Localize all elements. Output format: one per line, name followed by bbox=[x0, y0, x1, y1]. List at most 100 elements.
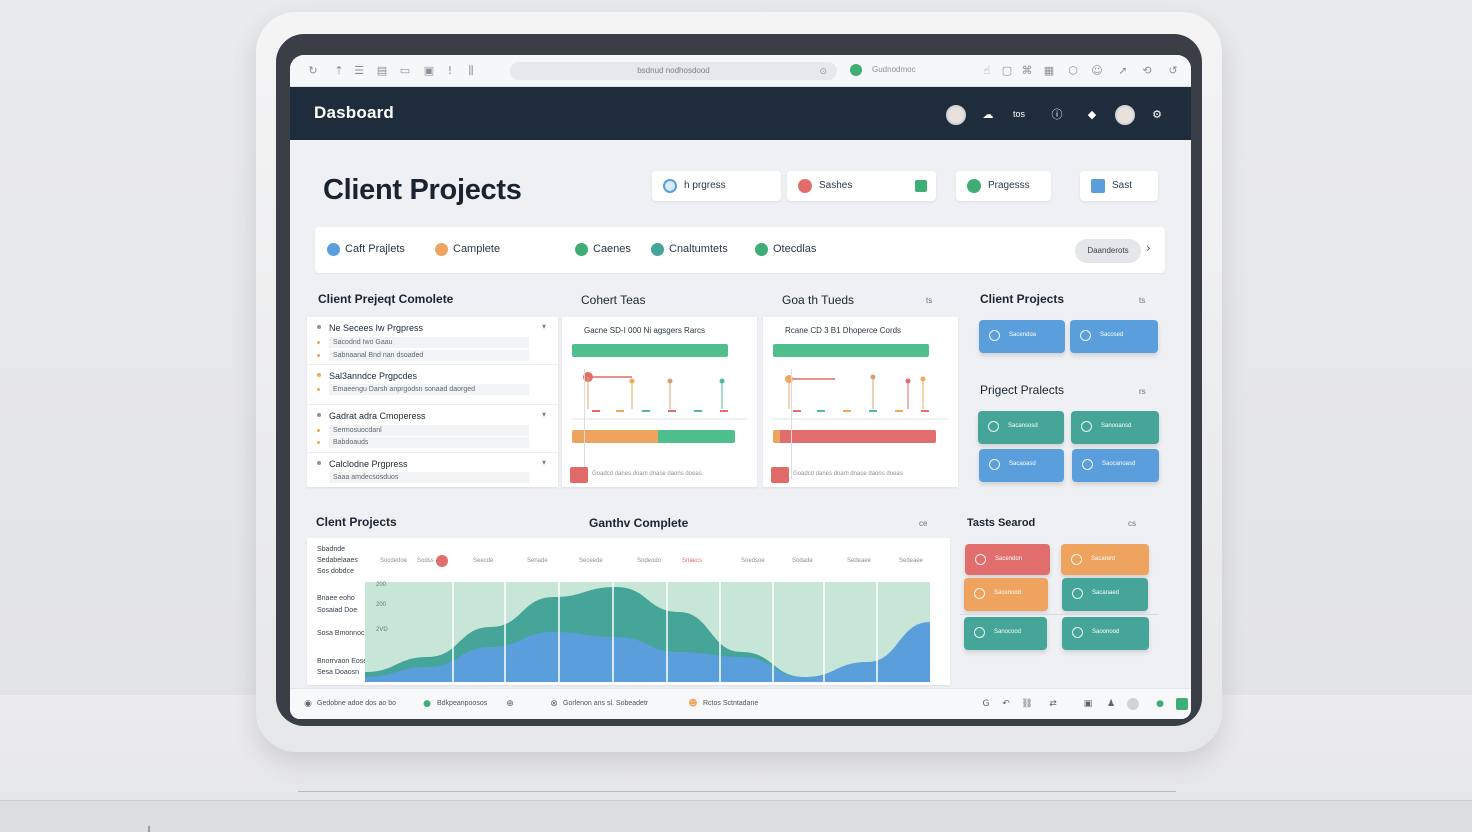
progress-icon bbox=[967, 179, 981, 193]
area-label: Bnorrvaon Eose bbox=[317, 658, 368, 665]
target-icon[interactable]: ◉ bbox=[302, 698, 314, 710]
avatar[interactable] bbox=[1127, 698, 1139, 710]
task-tile[interactable]: Saoonood bbox=[1062, 617, 1149, 650]
chevron-down-icon[interactable]: ▾ bbox=[542, 322, 546, 331]
chat-icon[interactable]: ● bbox=[1154, 698, 1166, 710]
filter-progress[interactable]: Pragesss bbox=[956, 171, 1051, 201]
area-label: Sos dobdce bbox=[317, 568, 354, 575]
divider bbox=[960, 614, 1158, 615]
list-item[interactable]: Gadrat adra Cmoperess ▾ Sermosuocdanl Ba… bbox=[307, 405, 558, 453]
user-avatar[interactable] bbox=[946, 105, 966, 125]
bullet bbox=[317, 441, 320, 444]
share-icon[interactable]: ⇄ bbox=[1047, 698, 1059, 710]
shield-icon[interactable]: ⬡ bbox=[1066, 64, 1080, 78]
link-icon[interactable]: ⛓ bbox=[1021, 698, 1033, 710]
list-subitem: Sermosuocdanl bbox=[329, 425, 529, 436]
chevron-down-icon[interactable]: ▾ bbox=[542, 410, 546, 419]
cursor-icon[interactable]: ➚ bbox=[1116, 64, 1130, 78]
pointer-icon[interactable]: ☝ bbox=[980, 64, 994, 78]
calendar-icon[interactable]: ▦ bbox=[1042, 64, 1056, 78]
dashboard-button[interactable]: Daanderots bbox=[1075, 239, 1141, 263]
project-tile[interactable]: Sacosed bbox=[1070, 320, 1158, 353]
project-tile[interactable]: Sanooansd bbox=[1071, 411, 1159, 444]
clipboard-icon[interactable]: ▢ bbox=[1000, 64, 1014, 78]
upload-icon[interactable]: ⇡ bbox=[332, 64, 346, 78]
circle-icon bbox=[1082, 459, 1093, 470]
list-subitem: Sacodnd Iwo Gaau bbox=[329, 337, 529, 348]
undo-icon[interactable]: ↶ bbox=[1000, 698, 1012, 710]
status-text: Bdkpeanpoosos bbox=[437, 700, 488, 707]
circle-icon bbox=[989, 459, 1000, 470]
project-tile[interactable]: Sacaoasd bbox=[979, 449, 1064, 482]
bullet bbox=[317, 325, 321, 329]
column-label: Sodss bbox=[417, 558, 434, 564]
pin-icon[interactable]: ! bbox=[443, 64, 457, 78]
checkbox-icon[interactable] bbox=[915, 180, 927, 192]
bullet bbox=[317, 461, 321, 465]
person-icon[interactable]: ♟ bbox=[1105, 698, 1117, 710]
sync-icon[interactable]: ⟲ bbox=[1140, 64, 1154, 78]
mini-chart-footer: Goadcd danes doam dnase daons doeas bbox=[592, 471, 702, 477]
profile-avatar[interactable] bbox=[1115, 105, 1135, 125]
lock-icon[interactable]: ▣ bbox=[1082, 698, 1094, 710]
document-icon[interactable]: ▤ bbox=[375, 64, 389, 78]
area-label: Sedabelaaes bbox=[317, 557, 358, 564]
circle-icon bbox=[989, 330, 1000, 341]
task-tile[interactable]: Sacendon bbox=[965, 544, 1050, 575]
reload-icon[interactable]: ↺ bbox=[1166, 64, 1180, 78]
area-left-title: Clent Projects bbox=[316, 515, 397, 529]
notification-icon[interactable]: ◆ bbox=[1082, 105, 1102, 125]
task-tile[interactable]: Sacanaed bbox=[1062, 578, 1148, 611]
cloud-icon[interactable]: ☁ bbox=[978, 105, 998, 125]
task-tile[interactable]: Sanocood bbox=[964, 617, 1047, 650]
window-icon[interactable]: ▭ bbox=[398, 64, 412, 78]
task-tile[interactable]: Sacenood bbox=[964, 578, 1048, 611]
project-tile[interactable]: Sacansosd bbox=[978, 411, 1064, 444]
emoji-icon[interactable]: ☺ bbox=[1090, 64, 1104, 78]
refresh-icon[interactable]: ↻ bbox=[306, 64, 320, 78]
globe-icon[interactable]: ⊗ bbox=[548, 698, 560, 710]
tile-label: Sacendoa bbox=[1009, 332, 1037, 338]
filter-label: Sashes bbox=[819, 180, 853, 191]
settings-icon[interactable]: ⚙ bbox=[1147, 105, 1167, 125]
project-tile[interactable]: Saocanoasd bbox=[1072, 449, 1159, 482]
column-label: Seceede bbox=[579, 558, 603, 564]
filter-start[interactable]: Sast bbox=[1080, 171, 1158, 201]
filter-statuses[interactable]: Sashes bbox=[787, 171, 936, 201]
page-title: Client Projects bbox=[323, 174, 522, 206]
list-item[interactable]: Calclodne Prgpress ▾ Saaa amdecsosduos bbox=[307, 453, 558, 487]
thumbnail-icon bbox=[771, 467, 789, 483]
google-icon[interactable]: G bbox=[980, 698, 992, 710]
list-icon[interactable]: ☰ bbox=[352, 64, 366, 78]
bullet bbox=[317, 388, 320, 391]
puzzle-icon[interactable]: ⌘ bbox=[1020, 64, 1034, 78]
stats-icon[interactable]: ⫼ bbox=[464, 64, 478, 78]
task-title: Tasts Searod bbox=[967, 517, 1036, 529]
task-tile[interactable]: Sacarerd bbox=[1061, 544, 1149, 575]
address-bar[interactable]: bsdnud nodhosdood ⊙ bbox=[510, 62, 837, 80]
chevron-down-icon[interactable]: ▾ bbox=[542, 458, 546, 467]
desk-edge bbox=[0, 800, 1472, 832]
add-icon[interactable]: ⊕ bbox=[504, 698, 516, 710]
chart1-title: Cohert Teas bbox=[581, 293, 646, 307]
area-label: Sosa Bmonnocs bbox=[317, 630, 368, 637]
frame-icon[interactable]: ▣ bbox=[422, 64, 436, 78]
list-item-title: Gadrat adra Cmoperess bbox=[329, 411, 426, 421]
list-item[interactable]: Sal3anndce Prgpcdes Emaeengu Darsh anprg… bbox=[307, 365, 558, 405]
tile-label: Saocanoasd bbox=[1102, 461, 1136, 467]
column-label: Socdedoe bbox=[380, 558, 408, 564]
header-text-item[interactable]: tos bbox=[1013, 109, 1025, 119]
area-chart bbox=[365, 572, 930, 682]
info-icon[interactable]: ⓘ bbox=[1047, 105, 1067, 125]
progress-bar bbox=[572, 344, 729, 357]
filter-in-progress[interactable]: h prgress bbox=[652, 171, 781, 201]
bullet bbox=[317, 341, 320, 344]
search-icon[interactable]: ⊙ bbox=[819, 62, 827, 80]
main-content: Client Projects h prgress Sashes Pragess… bbox=[290, 140, 1191, 719]
record-icon[interactable] bbox=[436, 555, 448, 567]
list-item[interactable]: Ne Secees Iw Prgpress ▾ Sacodnd Iwo Gaau… bbox=[307, 317, 558, 365]
menu-icon[interactable] bbox=[1176, 698, 1188, 710]
chevron-right-icon[interactable]: › bbox=[1146, 241, 1151, 255]
project-tile[interactable]: Sacendoa bbox=[979, 320, 1065, 353]
thumbnail-icon bbox=[570, 467, 588, 483]
